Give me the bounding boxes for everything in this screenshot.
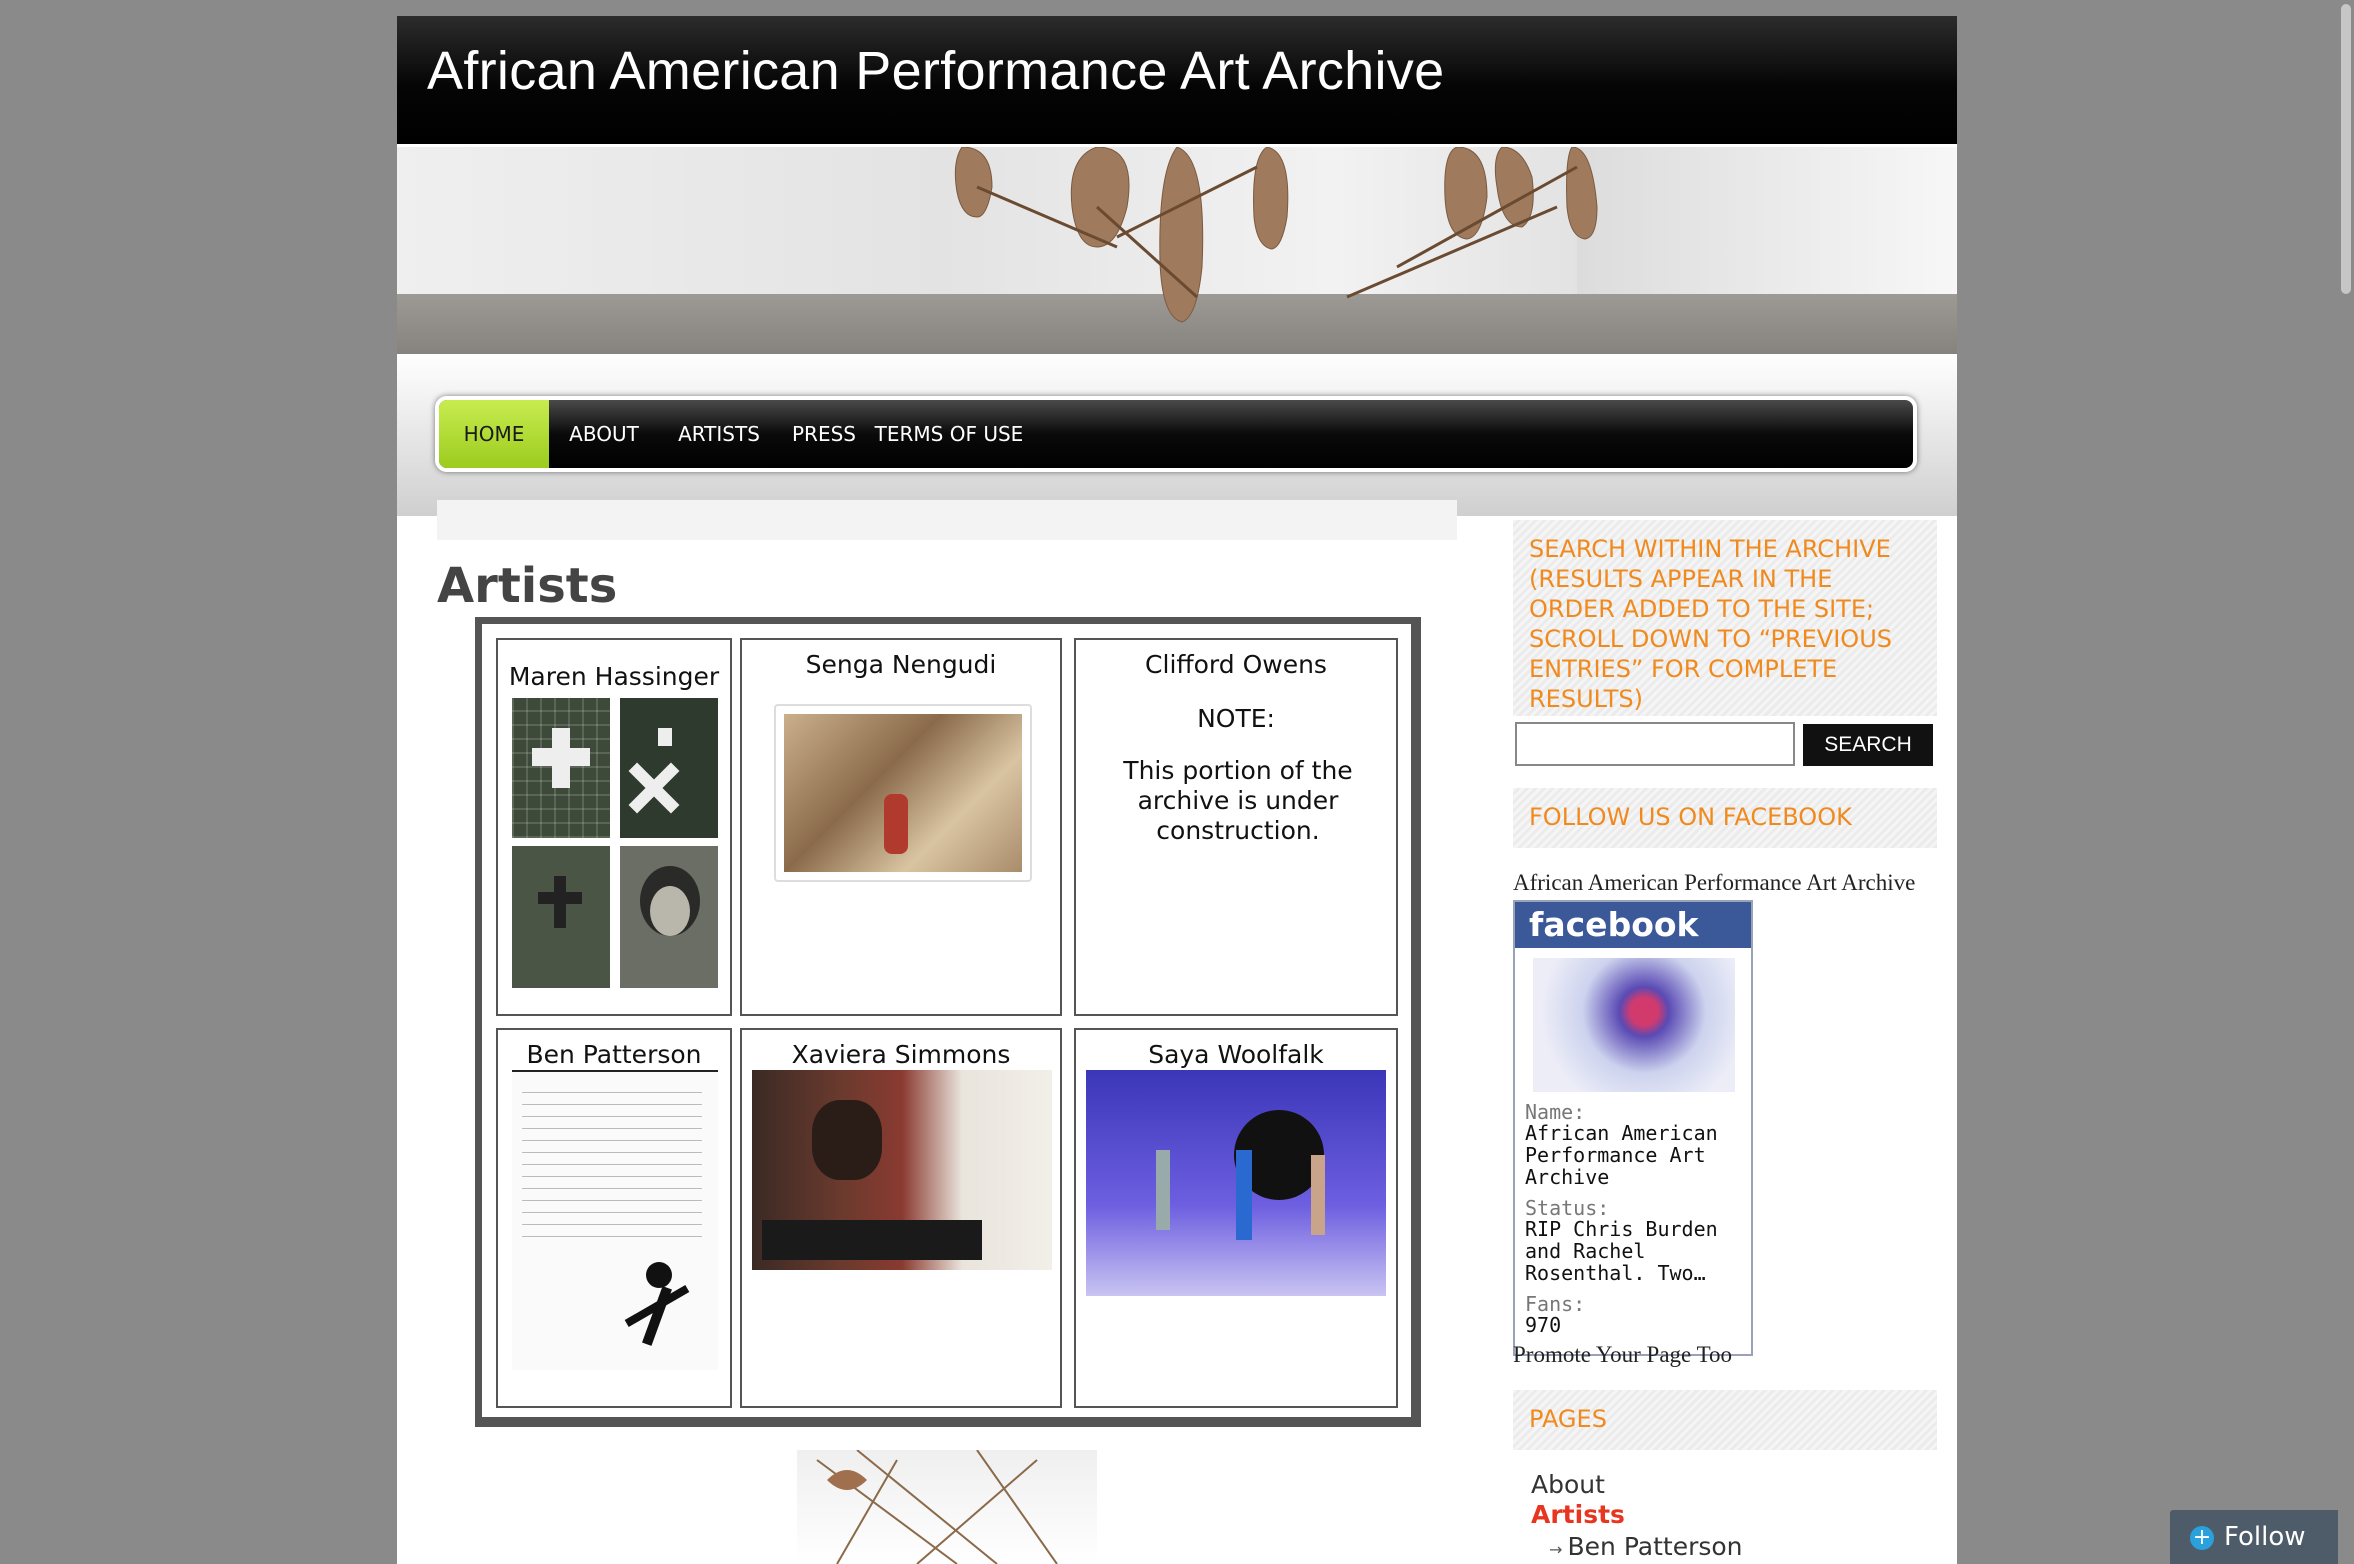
scrollbar[interactable] xyxy=(2338,0,2354,1564)
nav-press[interactable]: PRESS xyxy=(779,400,869,468)
fb-status-value: RIP Chris Burden and Rachel Rosenthal. T… xyxy=(1525,1217,1718,1285)
nav-terms-of-use[interactable]: TERMS OF USE xyxy=(869,400,1029,468)
page-container: African American Performance Art Archive xyxy=(397,16,1957,1564)
banner-sculpture-graphic xyxy=(954,147,1598,323)
score-text-lines xyxy=(522,1086,702,1246)
turntable xyxy=(762,1220,982,1260)
main-navigation: HOME ABOUT ARTISTS PRESS TERMS OF USE xyxy=(435,396,1917,472)
artist-name[interactable]: Ben Patterson xyxy=(498,1040,730,1069)
note-text: This portion of the archive is under con… xyxy=(1123,756,1353,845)
pages-link-label: Ben Patterson xyxy=(1567,1532,1743,1561)
search-input[interactable] xyxy=(1515,722,1795,766)
cross-shape xyxy=(532,748,590,766)
artist-photo-ben-patterson[interactable] xyxy=(512,1070,718,1370)
search-button[interactable]: SEARCH xyxy=(1803,724,1933,766)
artist-name[interactable]: Senga Nengudi xyxy=(742,650,1060,679)
artist-cell-saya-woolfalk[interactable]: Saya Woolfalk xyxy=(1074,1028,1398,1408)
artist-photo-maren-hassinger[interactable] xyxy=(512,698,718,988)
performer-figure xyxy=(1236,1150,1252,1240)
nav-area: HOME ABOUT ARTISTS PRESS TERMS OF USE xyxy=(397,354,1957,516)
pages-link-about[interactable]: About xyxy=(1531,1470,1605,1499)
artist-photo-saya-woolfalk[interactable] xyxy=(1086,1070,1386,1296)
collage-panel xyxy=(512,846,610,988)
dj-figure xyxy=(812,1100,882,1180)
artist-photo-xaviera-simmons[interactable] xyxy=(752,1070,1052,1270)
site-title[interactable]: African American Performance Art Archive xyxy=(427,40,1444,102)
artist-cell-xaviera-simmons[interactable]: Xaviera Simmons xyxy=(740,1028,1062,1408)
below-grid-image[interactable] xyxy=(797,1449,1097,1564)
artist-name[interactable]: Xaviera Simmons xyxy=(742,1040,1060,1069)
fb-name-value: African American Performance Art Archive xyxy=(1525,1121,1718,1189)
performer-figure xyxy=(1311,1155,1325,1235)
collage-panel xyxy=(620,698,718,838)
performer-figure xyxy=(1156,1150,1170,1230)
pages-link-artists[interactable]: Artists xyxy=(1531,1500,1625,1529)
artist-name[interactable]: Saya Woolfalk xyxy=(1076,1040,1396,1069)
facebook-page-link[interactable]: African American Performance Art Archive xyxy=(1513,870,1915,896)
pages-link-ben-patterson[interactable]: → Ben Patterson xyxy=(1549,1532,1743,1561)
facebook-badge[interactable]: facebook Name: African American Performa… xyxy=(1513,900,1753,1356)
collage-panel xyxy=(512,698,610,838)
pages-widget-title: PAGES xyxy=(1513,1390,1937,1450)
artist-cell-senga-nengudi[interactable]: Senga Nengudi xyxy=(740,638,1062,1016)
header-banner-image xyxy=(397,147,1957,354)
artist-cell-clifford-owens[interactable]: Clifford Owens NOTE: This portion of the… xyxy=(1074,638,1398,1016)
nav-about[interactable]: ABOUT xyxy=(549,400,659,468)
artist-name[interactable]: Clifford Owens xyxy=(1076,650,1396,679)
follow-label: Follow xyxy=(2224,1522,2306,1552)
plus-circle-icon: + xyxy=(2190,1525,2214,1550)
nav-artists[interactable]: ARTISTS xyxy=(659,400,779,468)
content-top-bar xyxy=(437,500,1457,540)
fb-fans-value: 970 xyxy=(1525,1313,1562,1337)
dancer-figure xyxy=(612,1262,702,1362)
page-title: Artists xyxy=(437,558,618,614)
sculpture-graphic xyxy=(816,1449,1058,1564)
artist-photo-senga-nengudi[interactable] xyxy=(774,704,1032,882)
performer-figure xyxy=(884,794,908,854)
cross-shape xyxy=(538,892,582,904)
scrollbar-thumb[interactable] xyxy=(2341,4,2351,294)
artist-cell-ben-patterson[interactable]: Ben Patterson xyxy=(496,1028,732,1408)
site-header: African American Performance Art Archive xyxy=(397,16,1957,144)
search-widget-title: SEARCH WITHIN THE ARCHIVE (RESULTS APPEA… xyxy=(1513,520,1937,716)
artist-cell-maren-hassinger[interactable]: Maren Hassinger xyxy=(496,638,732,1016)
arrow-right-icon: → xyxy=(1549,1540,1568,1559)
artist-name[interactable]: Maren Hassinger xyxy=(498,662,730,691)
collage-panel xyxy=(620,846,718,988)
cross-shape xyxy=(658,728,672,746)
photo-content xyxy=(784,714,1022,872)
follow-button[interactable]: + Follow xyxy=(2170,1510,2340,1564)
note-label: NOTE: xyxy=(1197,704,1275,733)
facebook-page-photo xyxy=(1533,958,1735,1092)
facebook-widget-title: FOLLOW US ON FACEBOOK xyxy=(1513,788,1937,848)
facebook-logo: facebook xyxy=(1515,902,1751,948)
promote-page-link[interactable]: Promote Your Page Too xyxy=(1513,1342,1732,1368)
portrait-face xyxy=(650,886,690,936)
artist-grid: Maren Hassinger Senga Nengudi Clifford O… xyxy=(475,617,1421,1427)
nav-home[interactable]: HOME xyxy=(439,400,549,468)
